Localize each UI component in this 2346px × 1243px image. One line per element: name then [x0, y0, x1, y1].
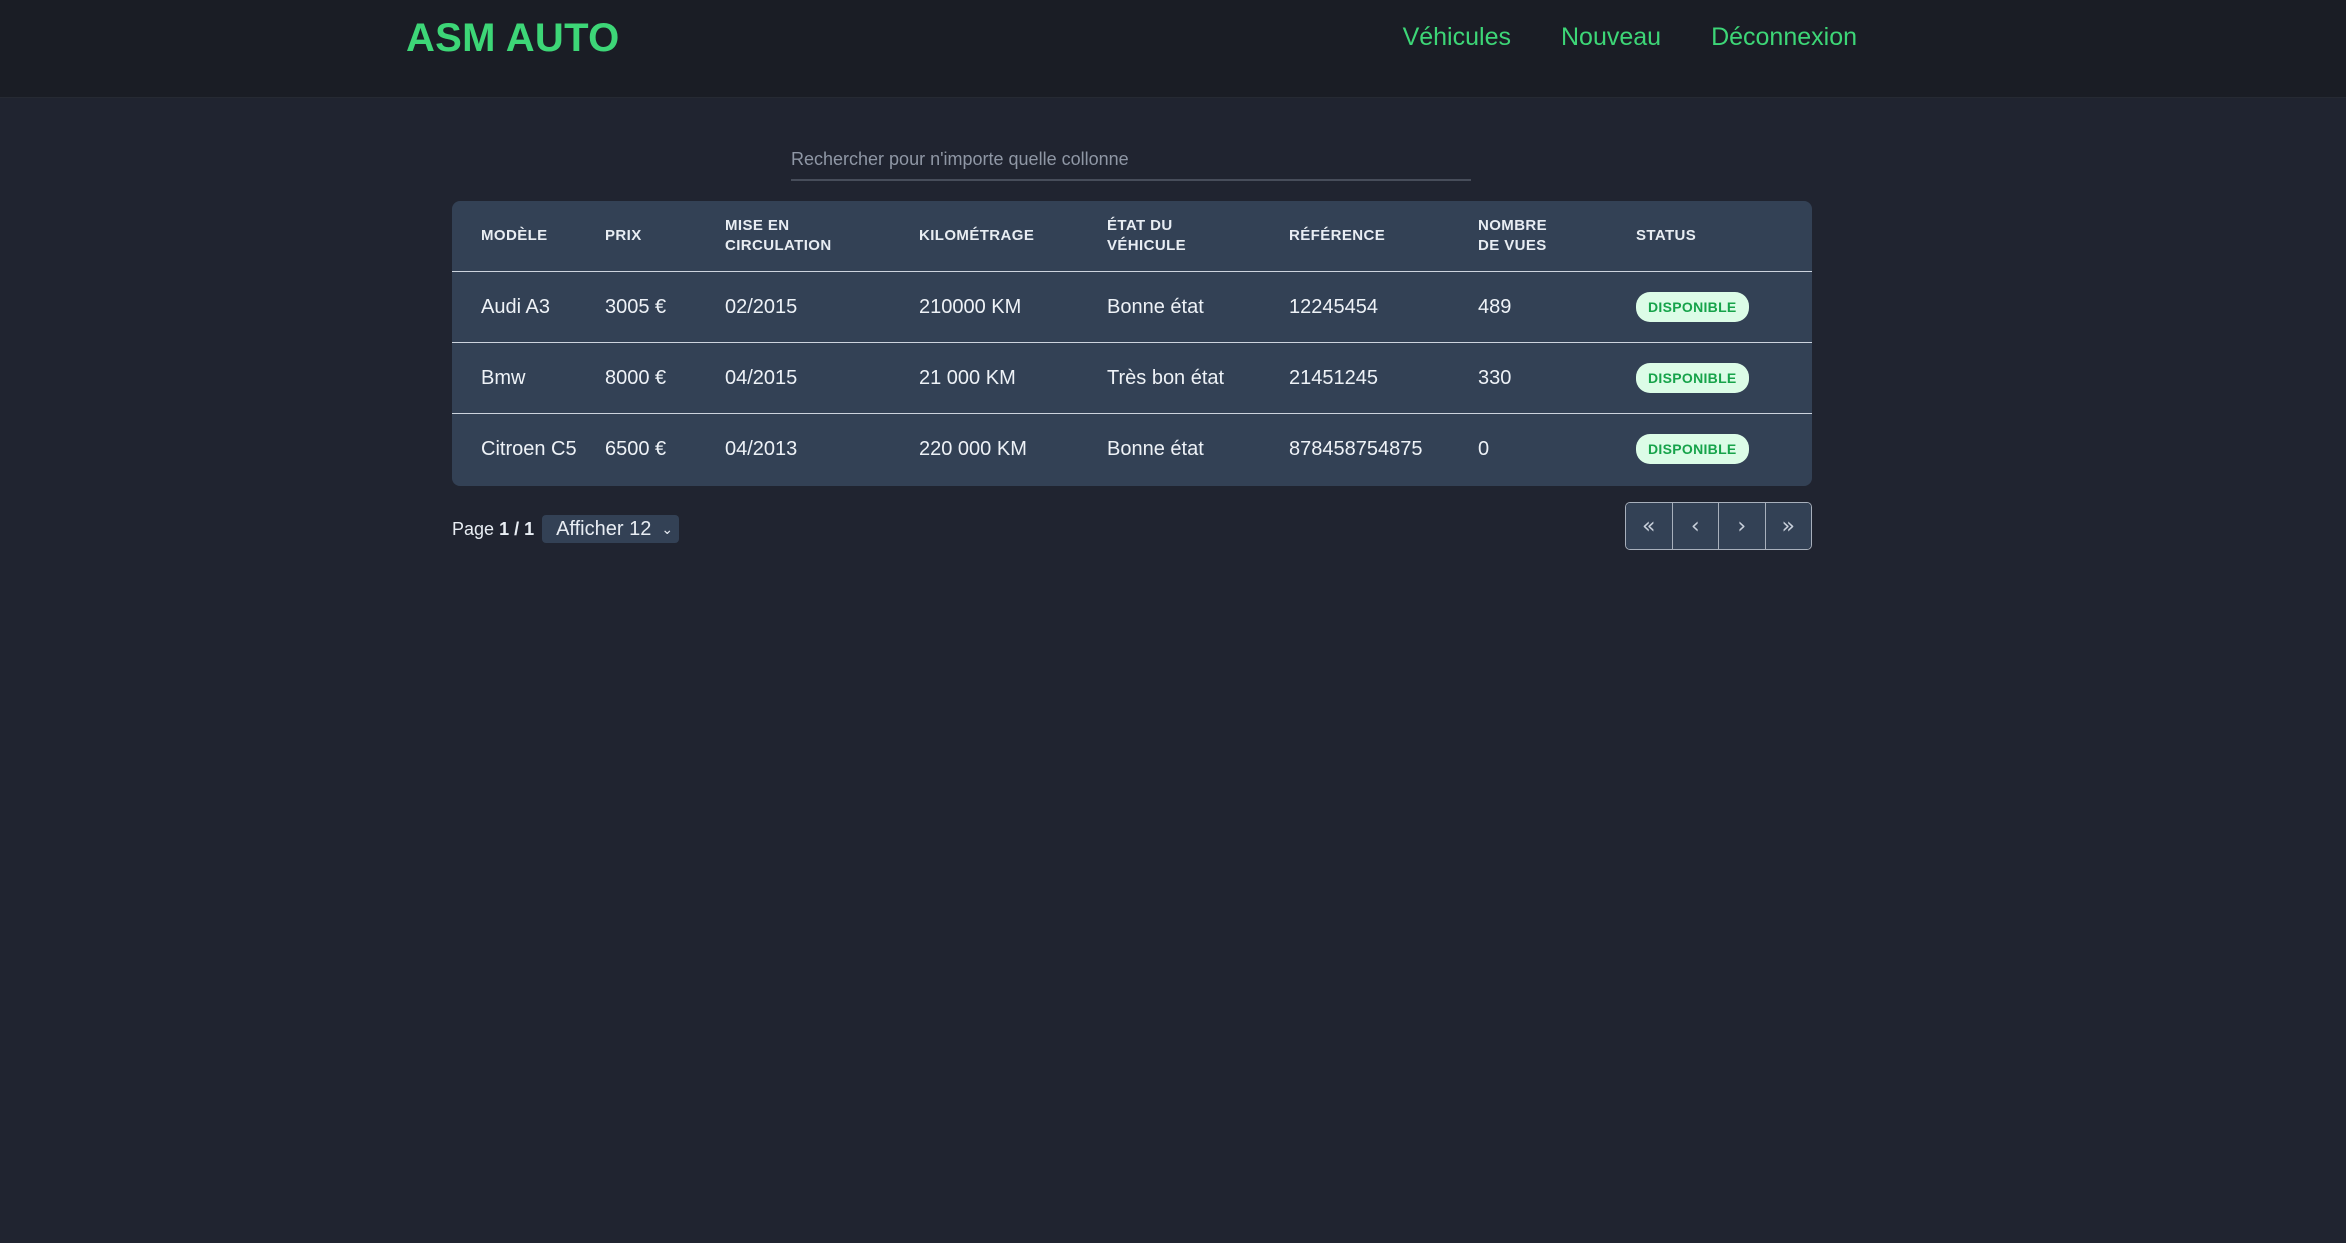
cell-prix: 6500 € — [605, 437, 667, 460]
column-header-status[interactable]: Status — [1636, 201, 1812, 272]
cell-status: DISPONIBLE — [1636, 271, 1812, 343]
column-header-kilometrage[interactable]: Kilométrage — [919, 201, 1107, 272]
cell-vues: 489 — [1478, 271, 1636, 343]
chevrons-double-right-icon: » — [1781, 513, 1795, 539]
column-header-vues[interactable]: Nombre de vues — [1478, 201, 1636, 272]
previous-page-button[interactable]: ‹ — [1672, 503, 1719, 549]
page-label: Page — [452, 518, 495, 539]
cell-modele: Audi A3 — [452, 271, 605, 343]
pagination-controls: « ‹ › » — [1625, 502, 1812, 550]
cell-etat: Bonne état — [1107, 271, 1289, 343]
column-header-modele[interactable]: Modèle — [452, 201, 605, 272]
cell-etat: Très bon état — [1107, 342, 1289, 414]
top-navbar: ASM AUTO Véhicules Nouveau Déconnexion — [0, 0, 2346, 98]
cell-kilometrage: 220 000 KM — [919, 437, 1027, 460]
table-row[interactable]: Bmw 8000 € 04/2015 21 000 KM Très bon ét… — [452, 342, 1812, 414]
status-badge: DISPONIBLE — [1636, 434, 1749, 464]
nav-link-vehicules[interactable]: Véhicules — [1403, 23, 1511, 52]
chevron-left-icon: ‹ — [1690, 513, 1700, 539]
cell-modele: Citroen C5 — [481, 437, 577, 460]
cell-reference: 12245454 — [1289, 271, 1478, 343]
cell-etat: Bonne état — [1107, 437, 1204, 460]
column-header-mise-en-circulation[interactable]: Mise en circulation — [725, 201, 919, 272]
column-header-etat[interactable]: État du véhicule — [1107, 201, 1289, 272]
page-size-value: Afficher 12 — [556, 517, 652, 540]
brand-logo[interactable]: ASM AUTO — [406, 16, 620, 61]
status-badge: DISPONIBLE — [1636, 363, 1749, 393]
cell-kilometrage: 21 000 KM — [919, 342, 1107, 414]
last-page-button[interactable]: » — [1765, 503, 1811, 549]
column-header-reference[interactable]: Référence — [1289, 201, 1478, 272]
cell-vues: 0 — [1478, 437, 1490, 460]
cell-kilometrage: 210000 KM — [919, 271, 1107, 343]
cell-vues: 330 — [1478, 342, 1636, 414]
cell-reference: 878458754875 — [1289, 437, 1423, 460]
table-row[interactable]: Citroen C5 6500 € 04/2013 220 000 KM Bon… — [452, 414, 1812, 485]
table-header-row: Modèle Prix Mise en circulation Kilométra… — [452, 201, 1812, 272]
chevron-right-icon: › — [1737, 513, 1747, 539]
cell-prix: 3005 € — [605, 271, 725, 343]
cell-status: DISPONIBLE — [1636, 414, 1812, 485]
cell-status: DISPONIBLE — [1636, 342, 1812, 414]
column-header-prix[interactable]: Prix — [605, 201, 725, 272]
first-page-button[interactable]: « — [1626, 503, 1673, 549]
cell-reference: 21451245 — [1289, 342, 1478, 414]
status-badge: DISPONIBLE — [1636, 292, 1749, 322]
cell-mise-en-circulation: 02/2015 — [725, 271, 919, 343]
search-input[interactable] — [791, 139, 1471, 181]
vehicles-table: Modèle Prix Mise en circulation Kilométra… — [452, 201, 1812, 486]
table-row[interactable]: Audi A3 3005 € 02/2015 210000 KM Bonne é… — [452, 271, 1812, 343]
chevrons-double-left-icon: « — [1642, 513, 1656, 539]
page-current-total: 1 / 1 — [499, 518, 535, 539]
next-page-button[interactable]: › — [1719, 503, 1766, 549]
chevron-down-icon: ⌄ — [661, 520, 674, 537]
cell-prix: 8000 € — [605, 342, 725, 414]
nav-link-deconnexion[interactable]: Déconnexion — [1711, 23, 1857, 52]
cell-modele: Bmw — [452, 342, 605, 414]
main-nav: Véhicules Nouveau Déconnexion — [1403, 23, 1857, 52]
page-size-select[interactable]: Afficher 12 ⌄ — [542, 515, 680, 543]
pagination-info: Page 1 / 1 Afficher 12 ⌄ — [452, 515, 680, 543]
cell-mise-en-circulation: 04/2013 — [725, 437, 798, 460]
cell-mise-en-circulation: 04/2015 — [725, 342, 919, 414]
nav-link-nouveau[interactable]: Nouveau — [1561, 23, 1661, 52]
